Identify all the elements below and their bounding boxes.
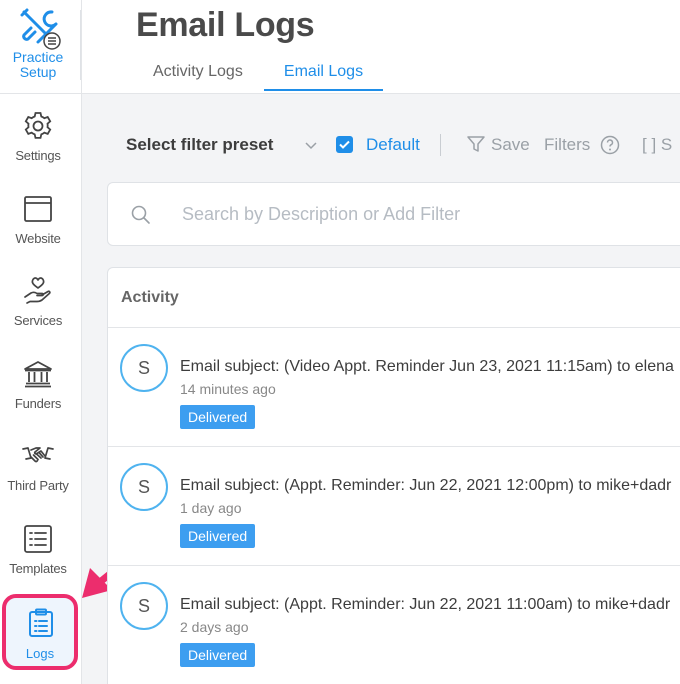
search-box	[107, 182, 680, 246]
timestamp: 1 day ago	[180, 500, 242, 516]
timestamp: 2 days ago	[180, 619, 249, 635]
help-icon[interactable]	[600, 135, 620, 155]
gear-icon	[24, 112, 52, 139]
sidebar-item-label: Funders	[14, 396, 62, 411]
filter-bar: Select filter preset Default Save Filter…	[82, 124, 680, 166]
page-title: Email Logs	[136, 6, 315, 44]
status-badge: Delivered	[180, 405, 256, 429]
filters-label[interactable]: Filters	[544, 135, 590, 155]
heart-hand-icon	[24, 277, 51, 304]
activity-header-label[interactable]: Activity	[121, 289, 179, 307]
sidebar-item-website[interactable]: Website	[0, 193, 76, 273]
avatar: S	[120, 344, 168, 392]
tab-activity-logs[interactable]: Activity Logs	[153, 63, 243, 91]
status-badge: Delivered	[180, 524, 256, 548]
table-row[interactable]: S Email subject: (Video Appt. Reminder J…	[108, 328, 680, 447]
sidebar-item-label: Settings	[15, 148, 61, 163]
browser-window-icon	[24, 196, 52, 222]
sidebar-item-label: Third Party	[7, 478, 69, 493]
timestamp: 14 minutes ago	[180, 381, 276, 397]
sidebar-item-settings[interactable]: Settings	[0, 110, 76, 190]
filter-preset-select[interactable]: Select filter preset	[126, 135, 273, 155]
avatar: S	[120, 463, 168, 511]
email-subject: Email subject: (Appt. Reminder: Jun 22, …	[180, 477, 672, 494]
chevron-down-icon[interactable]	[304, 138, 318, 152]
search-icon	[131, 205, 150, 224]
avatar: S	[120, 582, 168, 630]
page-header: Email Logs Activity Logs Email Logs	[82, 0, 680, 94]
column-selector-button[interactable]: [ ] S	[642, 135, 672, 155]
brand-label: Practice Setup	[12, 49, 64, 80]
sidebar-item-services[interactable]: Services	[0, 275, 76, 355]
practice-setup-brand[interactable]: Practice Setup	[0, 0, 82, 94]
table-row[interactable]: S Email subject: (Appt. Reminder: Jun 22…	[108, 447, 680, 566]
sidebar-item-label: Logs	[25, 646, 55, 661]
email-subject: Email subject: (Appt. Reminder: Jun 22, …	[180, 596, 671, 613]
sidebar-item-label: Services	[13, 313, 63, 328]
status-badge: Delivered	[180, 643, 256, 667]
tab-email-logs[interactable]: Email Logs	[264, 63, 383, 91]
filter-divider	[440, 134, 441, 156]
tools-icon	[20, 8, 61, 50]
default-label[interactable]: Default	[366, 135, 420, 155]
funnel-icon	[467, 136, 485, 152]
sidebar-item-funders[interactable]: Funders	[0, 358, 76, 438]
activity-panel: Activity S Email subject: (Video Appt. R…	[107, 267, 680, 684]
clipboard-list-icon	[29, 608, 53, 637]
search-input[interactable]	[182, 199, 662, 229]
brand-divider	[80, 10, 81, 80]
bank-icon	[24, 361, 52, 388]
checkmark-icon	[339, 140, 350, 149]
sidebar-item-label: Website	[15, 231, 61, 246]
save-filter-button[interactable]: Save	[491, 135, 530, 155]
email-subject: Email subject: (Video Appt. Reminder Jun…	[180, 358, 674, 375]
activity-column-header: Activity	[108, 268, 680, 328]
default-checkbox[interactable]	[336, 136, 353, 153]
table-row[interactable]: S Email subject: (Appt. Reminder: Jun 22…	[108, 566, 680, 684]
sidebar-item-third-party[interactable]: Third Party	[0, 440, 76, 520]
list-icon	[24, 525, 52, 553]
handshake-icon	[22, 447, 54, 463]
